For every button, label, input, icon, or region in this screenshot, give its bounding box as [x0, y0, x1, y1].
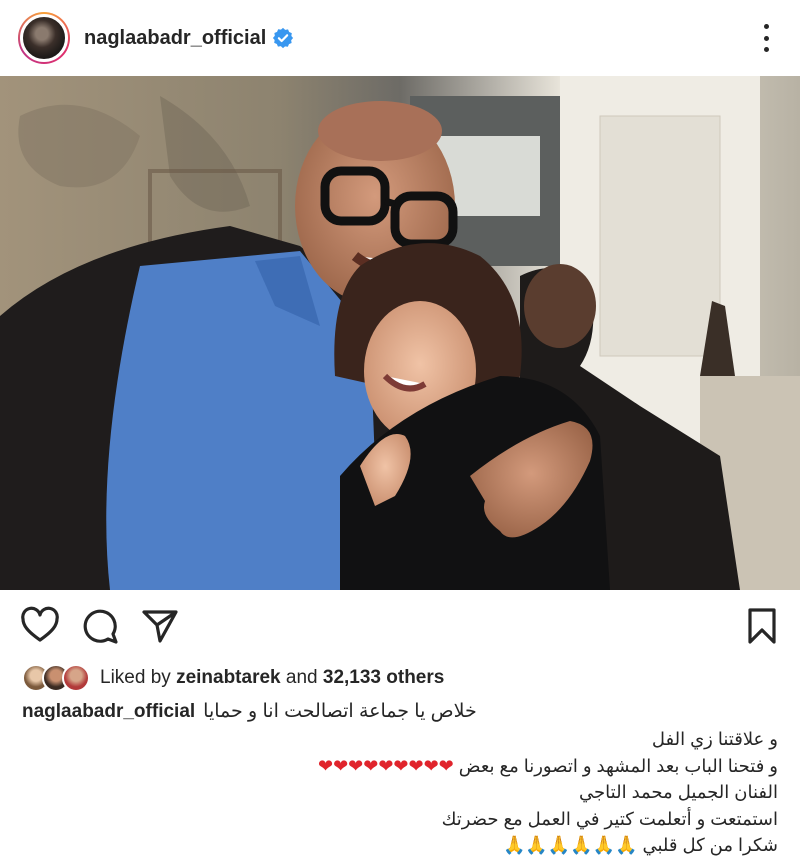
liked-by-prefix: Liked by	[100, 667, 171, 688]
caption-line: الفنان الجميل محمد التاجي	[579, 782, 778, 802]
caption-text: خلاص يا جماعة اتصالحت انا و حمايا	[203, 701, 477, 722]
verified-badge-icon	[273, 27, 294, 49]
liker-avatar	[62, 664, 90, 692]
hearts-emoji: ❤❤❤❤❤❤❤❤❤	[318, 755, 454, 776]
liked-by-joiner: and	[285, 667, 318, 688]
post-caption: naglaabadr_official خلاص يا جماعة اتصالح…	[22, 700, 778, 855]
caption-line: و علاقتنا زي الفل	[651, 729, 778, 749]
praying-hands-emoji: 🙏🙏🙏🙏🙏🙏	[502, 835, 638, 855]
likes-summary[interactable]: Liked by zeinabtarek and 32,133 others	[22, 660, 444, 696]
liker-avatars	[22, 664, 90, 692]
bookmark-icon[interactable]	[742, 606, 782, 646]
more-options-button[interactable]	[756, 24, 776, 52]
dot	[763, 35, 769, 41]
comment-icon[interactable]	[80, 606, 120, 646]
caption-username[interactable]: naglaabadr_official	[22, 700, 195, 724]
likes-count[interactable]: 32,133 others	[323, 667, 444, 689]
more-vertical-icon	[763, 24, 769, 29]
send-icon[interactable]	[140, 606, 180, 646]
caption-lines: و علاقتنا زي الفل و فتحنا الباب بعد المش…	[22, 726, 778, 859]
caption-line: شكرا من كل قلبي	[642, 835, 778, 855]
post-header: naglaabadr_official	[0, 0, 800, 76]
caption-first-line: naglaabadr_official خلاص يا جماعة اتصالح…	[22, 700, 778, 724]
avatar[interactable]	[18, 12, 70, 64]
caption-line: استمتعت و أتعلمت كتير في العمل مع حضرتك	[441, 808, 778, 829]
caption-line-with-hearts: و فتحنا الباب بعد المشهد و اتصورنا مع بع…	[22, 753, 778, 780]
post-action-bar	[0, 598, 800, 654]
dot	[763, 47, 769, 52]
photo-illustration	[0, 76, 800, 590]
profile-photo-icon	[20, 14, 68, 62]
caption-line: و فتحنا الباب بعد المشهد و اتصورنا مع بع…	[458, 755, 778, 776]
post-photo[interactable]	[0, 76, 800, 590]
post-username[interactable]: naglaabadr_official	[84, 27, 266, 50]
heart-icon[interactable]	[20, 606, 60, 646]
caption-line-with-prayers: شكرا من كل قلبي 🙏🙏🙏🙏🙏🙏	[22, 832, 778, 859]
liked-by-user[interactable]: zeinabtarek	[176, 667, 281, 689]
